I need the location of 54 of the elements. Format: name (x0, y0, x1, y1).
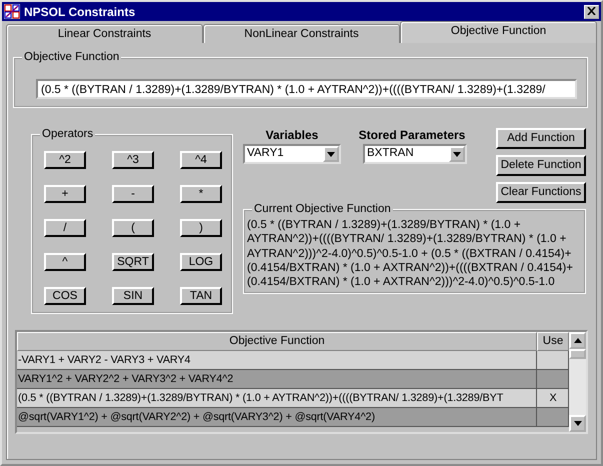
table-cell (537, 351, 569, 370)
objective-function-field[interactable]: (0.5 * ((BYTRAN / 1.3289)+(1.3289/BYTRAN) * (1.0 + AYTRAN^2))+((((BYTRAN/ 1.3289)+(1.3289/ (36, 79, 577, 99)
app-icon (4, 4, 20, 19)
action-button[interactable]: Clear Functions (496, 182, 586, 203)
down-arrow-icon (574, 421, 582, 426)
group-legend: Current Objective Function (252, 202, 393, 216)
operator-button[interactable]: * (180, 185, 222, 203)
operator-button[interactable]: ^4 (180, 151, 222, 169)
group-legend: Objective Function (22, 50, 122, 64)
tab[interactable]: NonLinear Constraints (203, 24, 400, 43)
operator-button[interactable]: ^ (44, 253, 86, 271)
operator-button[interactable]: LOG (180, 253, 222, 271)
action-button[interactable]: Delete Function (496, 155, 586, 176)
window-title: NPSOL Constraints (24, 4, 136, 20)
caret-icon (453, 152, 461, 156)
operator-button[interactable]: ) (180, 219, 222, 237)
operator-button[interactable]: TAN (180, 287, 222, 305)
variables-dropdown[interactable]: VARY1 (243, 144, 341, 164)
table-cell (537, 370, 569, 389)
objective-function-text: (0.5 * ((BYTRAN / 1.3289)+(1.3289/BYTRAN) * (1.0 + AYTRAN^2))+((((BYTRAN/ 1.3289)+(1.3289/BYTRAN) * (1.0 + AYTRAN^2)))^2-4.0)^0.5)^0.5-1.0 + (0.5 * ((BXTRAN / 0.4154)+(0.4154/BXTRAN) * (1.0 + AXTRAN^2))+((((BXTRAN / 0.4154)+(0.4154/BXTRAN) * (1.0 + AXTRAN^2)))^2-4.0)^0.5)^0.5-1.0 (246, 218, 574, 290)
stored-parameters-label: Stored Parameters (358, 127, 466, 144)
column-header[interactable]: Objective Function (17, 332, 537, 351)
scroll-down-button[interactable] (569, 415, 586, 432)
column-header[interactable]: Use (537, 332, 569, 351)
operator-button[interactable]: SIN (112, 287, 154, 305)
operator-button[interactable]: ^2 (44, 151, 86, 169)
action-button[interactable]: Add Function (496, 128, 586, 149)
dropdown-button[interactable] (449, 146, 465, 162)
operator-button[interactable]: / (44, 219, 86, 237)
dropdown-button[interactable] (323, 146, 339, 162)
tab[interactable]: Linear Constraints (6, 24, 203, 43)
operator-button[interactable]: COS (44, 287, 86, 305)
table-cell (537, 408, 569, 427)
tab[interactable]: Objective Function (400, 21, 597, 43)
caret-icon (327, 152, 335, 156)
operator-button[interactable]: SQRT (112, 253, 154, 271)
table-cell: -VARY1 + VARY2 - VARY3 + VARY4 (17, 351, 537, 370)
operator-button[interactable]: + (44, 185, 86, 203)
scrollbar[interactable] (569, 332, 586, 432)
stored-parameters-dropdown[interactable]: BXTRAN (363, 144, 467, 164)
table-cell: @sqrt(VARY1^2) + @sqrt(VARY2^2) + @sqrt(VARY3^2) + @sqrt(VARY4^2) (17, 408, 537, 427)
operator-button[interactable]: ( (112, 219, 154, 237)
group-legend: Operators (40, 127, 96, 141)
close-icon (587, 7, 596, 16)
scroll-thumb[interactable] (569, 349, 586, 359)
operator-button[interactable]: - (112, 185, 154, 203)
operator-button[interactable]: ^3 (112, 151, 154, 169)
table-cell: X (537, 389, 569, 408)
up-arrow-icon (574, 338, 582, 343)
scroll-up-button[interactable] (569, 332, 586, 349)
table-cell: (0.5 * ((BYTRAN / 1.3289)+(1.3289/BYTRAN) * (1.0 + AYTRAN^2))+((((BYTRAN/ 1.3289)+(1.3289/BYT (17, 389, 537, 408)
variables-label: Variables (264, 127, 320, 144)
table-cell: VARY1^2 + VARY2^2 + VARY3^2 + VARY4^2 (17, 370, 537, 389)
close-button[interactable] (584, 4, 599, 18)
